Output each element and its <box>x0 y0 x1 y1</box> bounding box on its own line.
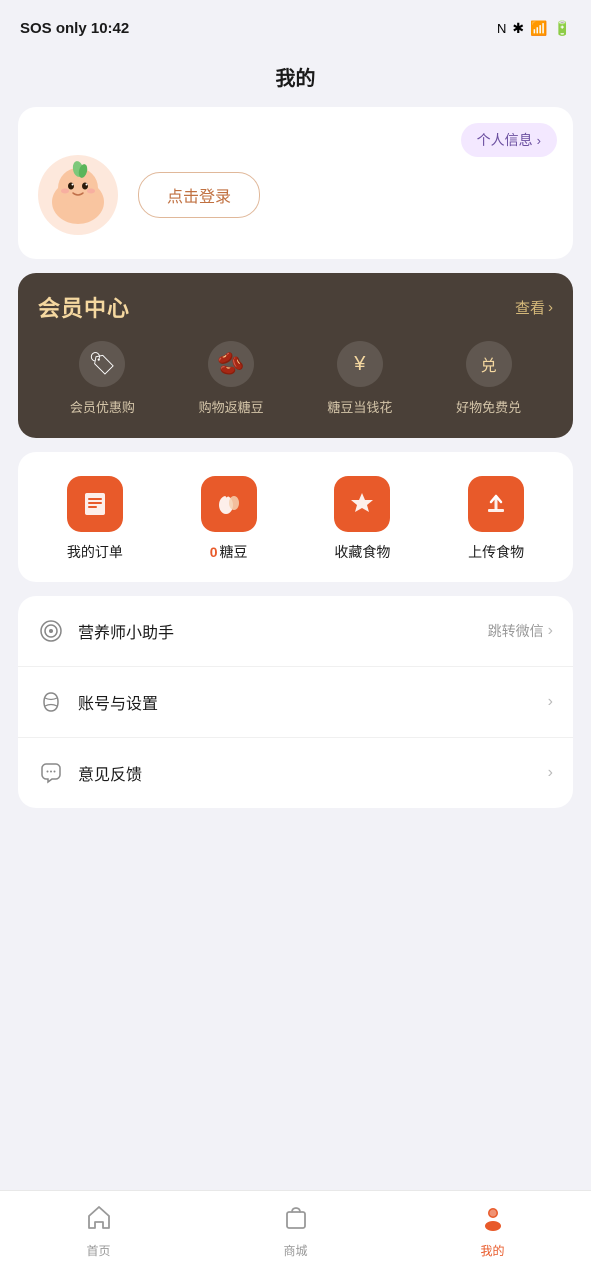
member-view-button[interactable]: 查看 › <box>515 297 553 318</box>
shop-label: 商城 <box>283 1242 307 1259</box>
discount-label: 会员优惠购 <box>70 397 135 416</box>
account-chevron: › <box>548 693 553 711</box>
beans-count: 0 <box>210 544 218 560</box>
main-content: 个人信息 › <box>0 107 591 922</box>
account-right: › <box>548 693 553 711</box>
account-label: 账号与设置 <box>78 690 158 714</box>
signal-icon: 📶 <box>530 20 547 37</box>
feedback-label: 意见反馈 <box>78 761 142 785</box>
action-collect[interactable]: 收藏食物 <box>334 476 390 562</box>
upload-label: 上传食物 <box>468 542 524 562</box>
action-upload[interactable]: 上传食物 <box>468 476 524 562</box>
account-icon <box>38 689 64 715</box>
member-feature-beans[interactable]: 🫘 购物返糖豆 <box>199 341 264 416</box>
upload-icon-box <box>468 476 524 532</box>
member-card-header: 会员中心 查看 › <box>38 291 553 323</box>
redeem-icon: 兑 <box>466 341 512 387</box>
pay-label: 糖豆当钱花 <box>327 397 392 416</box>
orders-label: 我的订单 <box>67 542 123 562</box>
beans-icon <box>214 489 244 519</box>
beans-label: 糖豆 <box>220 542 248 562</box>
nutritionist-chevron: › <box>548 622 553 640</box>
battery-icon: 🔋 <box>554 20 571 37</box>
status-time: SOS only 10:42 <box>20 20 129 37</box>
login-button[interactable]: 点击登录 <box>138 172 260 218</box>
shop-icon <box>282 1203 310 1238</box>
nutritionist-label: 营养师小助手 <box>78 619 174 643</box>
nfc-icon: N <box>497 21 506 36</box>
collect-icon-box <box>334 476 390 532</box>
member-view-chevron: › <box>548 299 553 316</box>
member-feature-pay[interactable]: ¥ 糖豆当钱花 <box>327 341 392 416</box>
mine-label: 我的 <box>480 1242 504 1259</box>
member-feature-discount[interactable]: 🏷 会员优惠购 <box>70 341 135 416</box>
redeem-label: 好物免费兑 <box>456 397 521 416</box>
nutritionist-icon <box>38 618 64 644</box>
profile-row: 点击登录 <box>38 155 553 235</box>
page-title: 我的 <box>276 68 316 90</box>
status-icons: N ✱ 📶 🔋 <box>497 20 571 37</box>
beans-return-label: 购物返糖豆 <box>199 397 264 416</box>
avatar <box>38 155 118 235</box>
member-title: 会员中心 <box>38 291 130 323</box>
feedback-left: 意见反馈 <box>38 760 142 786</box>
discount-icon: 🏷 <box>79 341 125 387</box>
menu-list: 营养师小助手 跳转微信 › 账号与设置 <box>18 596 573 808</box>
member-features: 🏷 会员优惠购 🫘 购物返糖豆 ¥ 糖豆当钱花 兑 好物免费兑 <box>38 341 553 416</box>
member-card: 会员中心 查看 › 🏷 会员优惠购 🫘 购物返糖豆 ¥ 糖豆当钱花 兑 好物免费… <box>18 273 573 438</box>
feedback-right: › <box>548 764 553 782</box>
quick-actions: 我的订单 0 糖豆 收藏食物 <box>18 452 573 582</box>
action-orders[interactable]: 我的订单 <box>67 476 123 562</box>
upload-icon <box>481 489 511 519</box>
home-icon <box>85 1203 113 1238</box>
bottom-nav: 首页 商城 我的 <box>0 1190 591 1280</box>
personal-info-chevron: › <box>537 133 541 148</box>
feedback-icon <box>38 760 64 786</box>
avatar-image <box>43 160 113 230</box>
beans-label-wrap: 0 糖豆 <box>210 542 248 562</box>
page-title-bar: 我的 <box>0 52 591 107</box>
orders-icon-box <box>67 476 123 532</box>
nutritionist-sub: 跳转微信 <box>488 621 544 641</box>
nutritionist-left: 营养师小助手 <box>38 618 174 644</box>
collect-label: 收藏食物 <box>334 542 390 562</box>
nav-shop[interactable]: 商城 <box>197 1203 394 1259</box>
collect-icon <box>347 489 377 519</box>
feedback-chevron: › <box>548 764 553 782</box>
account-left: 账号与设置 <box>38 689 158 715</box>
menu-item-account[interactable]: 账号与设置 › <box>18 667 573 738</box>
nutritionist-right: 跳转微信 › <box>488 621 553 641</box>
beans-return-icon: 🫘 <box>208 341 254 387</box>
menu-item-feedback[interactable]: 意见反馈 › <box>18 738 573 808</box>
mine-icon <box>479 1203 507 1238</box>
home-label: 首页 <box>86 1242 110 1259</box>
action-beans[interactable]: 0 糖豆 <box>201 476 257 562</box>
beans-icon-box <box>201 476 257 532</box>
orders-icon <box>80 489 110 519</box>
profile-section: 个人信息 › <box>18 107 573 259</box>
nav-mine[interactable]: 我的 <box>394 1203 591 1259</box>
status-bar: SOS only 10:42 N ✱ 📶 🔋 <box>0 0 591 52</box>
nav-home[interactable]: 首页 <box>0 1203 197 1259</box>
menu-item-nutritionist[interactable]: 营养师小助手 跳转微信 › <box>18 596 573 667</box>
bluetooth-icon: ✱ <box>512 20 524 37</box>
personal-info-button[interactable]: 个人信息 › <box>461 123 557 157</box>
member-feature-redeem[interactable]: 兑 好物免费兑 <box>456 341 521 416</box>
pay-icon: ¥ <box>337 341 383 387</box>
